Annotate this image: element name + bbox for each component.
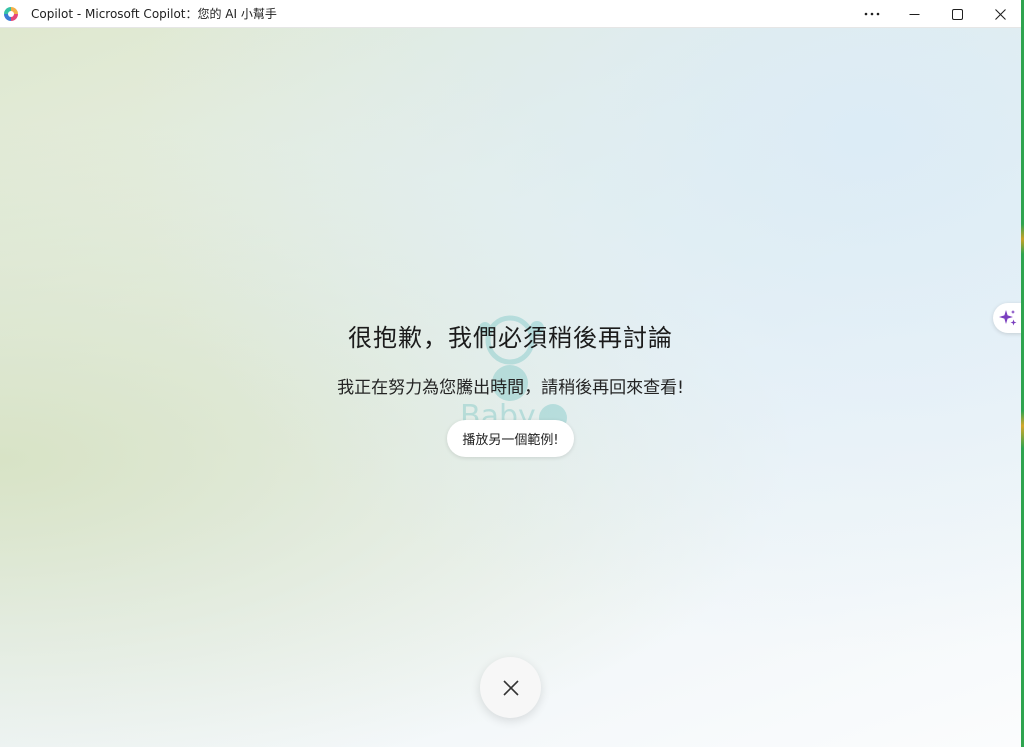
copilot-logo-icon <box>4 6 18 21</box>
title-bar: Copilot - Microsoft Copilot：您的 AI 小幫手 <box>0 0 1022 28</box>
close-window-button[interactable] <box>979 0 1022 28</box>
more-options-button[interactable] <box>850 0 893 28</box>
maximize-icon <box>952 8 963 20</box>
minimize-button[interactable] <box>893 0 936 28</box>
window-controls <box>850 0 1022 28</box>
sparkle-icon <box>999 310 1017 326</box>
window-title: Copilot - Microsoft Copilot：您的 AI 小幫手 <box>31 7 277 21</box>
error-message: 我正在努力為您騰出時間，請稍後再回來查看! <box>337 378 684 398</box>
close-conversation-button[interactable] <box>480 657 541 718</box>
more-options-icon <box>864 12 879 16</box>
maximize-button[interactable] <box>936 0 979 28</box>
example-button-label: 播放另一個範例! <box>462 433 559 448</box>
error-headline: 很抱歉，我們必須稍後再討論 <box>348 324 673 352</box>
close-icon <box>502 679 519 696</box>
close-icon <box>995 8 1006 20</box>
copilot-side-button[interactable] <box>993 303 1021 333</box>
minimize-icon <box>909 13 920 15</box>
play-another-example-button[interactable]: 播放另一個範例! <box>447 420 574 457</box>
main-content: Baby 很抱歉，我們必須稍後再討論 我正在努力為您騰出時間，請稍後再回來查看!… <box>0 28 1021 747</box>
